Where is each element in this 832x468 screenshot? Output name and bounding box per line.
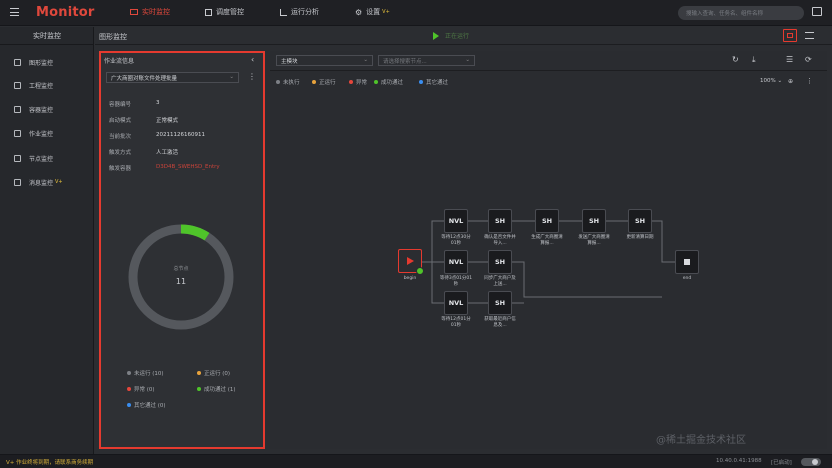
field-label: 触发方式 bbox=[109, 150, 132, 156]
sidebar-item-message[interactable]: 消息监控 V+ bbox=[0, 175, 94, 189]
legend-item: 其它通过 (0) bbox=[127, 401, 166, 409]
end-node[interactable] bbox=[675, 250, 699, 274]
legend-item: 未运行 (10) bbox=[127, 369, 164, 377]
status-bar: V+ 作业终将到期，请联系商务续期 10.40.0.41:1988 [已启动] bbox=[0, 454, 832, 468]
sh-node[interactable]: SH bbox=[488, 250, 512, 274]
node-label: 等待12点30分01秒 bbox=[441, 235, 471, 246]
play-icon bbox=[433, 31, 439, 40]
legend-item: 异常 (0) bbox=[127, 385, 155, 393]
status-dot bbox=[197, 387, 201, 391]
nvl-node[interactable]: NVL bbox=[444, 209, 468, 233]
sh-node[interactable]: SH bbox=[535, 209, 559, 233]
menu-icon[interactable] bbox=[10, 8, 19, 16]
node-label: 等待3点01分01秒 bbox=[439, 276, 473, 287]
field-label: 启动模式 bbox=[109, 118, 132, 124]
top-bar: Monitor 实时监控 调度管控 运行分析 ⚙ 设置 V+ 搜输入查询、任务名、组… bbox=[0, 0, 832, 26]
page-header: 图形监控 正在运行 bbox=[95, 27, 832, 45]
graph-canvas[interactable]: 主模块 ⌄ 请选择搜索节点... ⌄ ↻ ⤓ ☰ ⟳ 未执行 正运行 异常 成功通过… bbox=[270, 51, 827, 449]
project-icon bbox=[14, 81, 21, 89]
panel-title: 作业流信息 bbox=[104, 58, 135, 65]
monitor-icon bbox=[787, 33, 793, 38]
sh-node[interactable]: SH bbox=[488, 291, 512, 315]
node-label: 发送广大商圈清算报... bbox=[578, 235, 610, 246]
monitor-icon bbox=[130, 9, 138, 15]
job-select[interactable]: 广大商圈对账文件处理批量 ⌄ bbox=[106, 72, 239, 83]
message-icon bbox=[14, 178, 21, 186]
tab-dispatch[interactable]: 调度管控 bbox=[205, 7, 244, 17]
container-icon bbox=[14, 105, 21, 113]
node-label: 更新清算日期 bbox=[626, 235, 654, 240]
sidebar-item-node[interactable]: 节点监控 bbox=[0, 151, 94, 165]
legend-item: 成功通过 (1) bbox=[197, 385, 236, 393]
field-label: 当前批次 bbox=[109, 134, 132, 140]
status-dot bbox=[127, 403, 131, 407]
sidebar-item-graph[interactable]: 图形监控 bbox=[0, 55, 94, 69]
monitor-icon bbox=[14, 58, 21, 66]
field-value: 3 bbox=[156, 100, 160, 106]
success-dot bbox=[416, 267, 424, 275]
collapse-icon[interactable]: ‹ bbox=[251, 55, 254, 64]
chevron-down-icon: ⌄ bbox=[229, 74, 234, 80]
sh-node[interactable]: SH bbox=[628, 209, 652, 233]
watermark: @稀土掘金技术社区 bbox=[656, 435, 746, 446]
donut-label: 总节点 bbox=[173, 266, 189, 272]
field-label: 触发容器 bbox=[109, 166, 132, 172]
job-info-panel: 作业流信息 ‹ 广大商圈对账文件处理批量 ⌄ ⋮ 容器编号 3 启动模式 正常模式… bbox=[99, 51, 265, 449]
chart-icon bbox=[280, 8, 287, 16]
field-value: 正常模式 bbox=[156, 118, 179, 124]
list-icon bbox=[14, 129, 21, 137]
node-icon bbox=[14, 154, 21, 162]
message-icon[interactable] bbox=[812, 7, 822, 16]
license-message: V+ 作业终将到期，请联系商务续期 bbox=[6, 460, 94, 466]
trigger-container-link[interactable]: D3D4B_SWEHSD_Entry bbox=[156, 164, 220, 170]
status-dot bbox=[127, 387, 131, 391]
sh-node[interactable]: SH bbox=[488, 209, 512, 233]
sh-node[interactable]: SH bbox=[582, 209, 606, 233]
node-label: 确认是否文件并导入... bbox=[484, 235, 516, 246]
page-title: 图形监控 bbox=[99, 33, 127, 41]
status-dot bbox=[197, 371, 201, 375]
tab-analysis[interactable]: 运行分析 bbox=[280, 7, 319, 17]
vip-badge: V+ bbox=[382, 9, 390, 15]
tab-settings[interactable]: ⚙ 设置 V+ bbox=[355, 7, 390, 17]
vip-badge: V+ bbox=[55, 179, 63, 185]
nvl-node[interactable]: NVL bbox=[444, 291, 468, 315]
node-label: 同步广大商户及上送... bbox=[484, 276, 516, 287]
legend-item: 正运行 (0) bbox=[197, 369, 230, 377]
status-dot bbox=[127, 371, 131, 375]
server-address: 10.40.0.41:1988 bbox=[716, 458, 762, 464]
grid-icon[interactable] bbox=[805, 32, 814, 39]
graph-edges bbox=[422, 220, 675, 304]
sidebar-item-project[interactable]: 工程监控 bbox=[0, 78, 94, 92]
search-input[interactable]: 搜输入查询、任务名、组件名称 bbox=[678, 6, 804, 20]
stop-icon bbox=[684, 259, 690, 265]
field-label: 容器编号 bbox=[109, 102, 132, 108]
screen-button[interactable] bbox=[783, 29, 797, 42]
play-icon bbox=[406, 257, 414, 265]
app-logo: Monitor bbox=[36, 5, 95, 20]
sidebar-title: 实时监控 bbox=[0, 27, 94, 45]
field-value: 人工激活 bbox=[156, 150, 179, 156]
field-value: 20211126160911 bbox=[156, 132, 205, 138]
tab-realtime[interactable]: 实时监控 bbox=[130, 7, 170, 17]
sidebar-item-job[interactable]: 作业监控 bbox=[0, 126, 94, 140]
run-status: 正在运行 bbox=[433, 31, 469, 40]
node-label: 生成广大商圈清算报... bbox=[531, 235, 563, 246]
calendar-icon bbox=[205, 8, 212, 16]
node-label: 等待12点01分01秒 bbox=[441, 317, 471, 328]
node-label: end bbox=[682, 276, 692, 281]
node-label: begin bbox=[403, 276, 417, 281]
server-state: [已启动] bbox=[771, 460, 792, 466]
nvl-node[interactable]: NVL bbox=[444, 250, 468, 274]
sidebar-item-container[interactable]: 容器监控 bbox=[0, 102, 94, 116]
donut-total: 11 bbox=[175, 277, 187, 286]
node-label: 获取最近商户信息及... bbox=[484, 317, 516, 328]
more-icon[interactable]: ⋮ bbox=[248, 72, 256, 81]
gear-icon: ⚙ bbox=[355, 7, 363, 17]
status-toggle[interactable] bbox=[801, 458, 821, 466]
